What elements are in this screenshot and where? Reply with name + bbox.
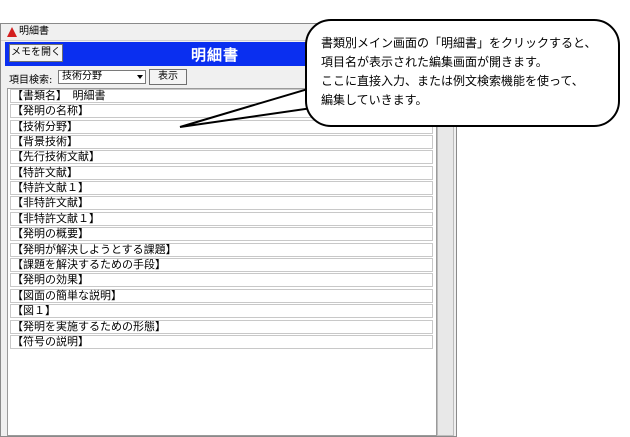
callout-line: 編集していきます。 — [321, 93, 428, 107]
callout-text: 書類別メイン画面の「明細書」をクリックすると、 項目名が表示された編集画面が開き… — [321, 34, 621, 110]
callout-line: ここに直接入力、または例文検索機能を使って、 — [321, 74, 584, 88]
callout-line: 項目名が表示された編集画面が開きます。 — [321, 55, 548, 69]
callout-line: 書類別メイン画面の「明細書」をクリックすると、 — [321, 36, 597, 50]
